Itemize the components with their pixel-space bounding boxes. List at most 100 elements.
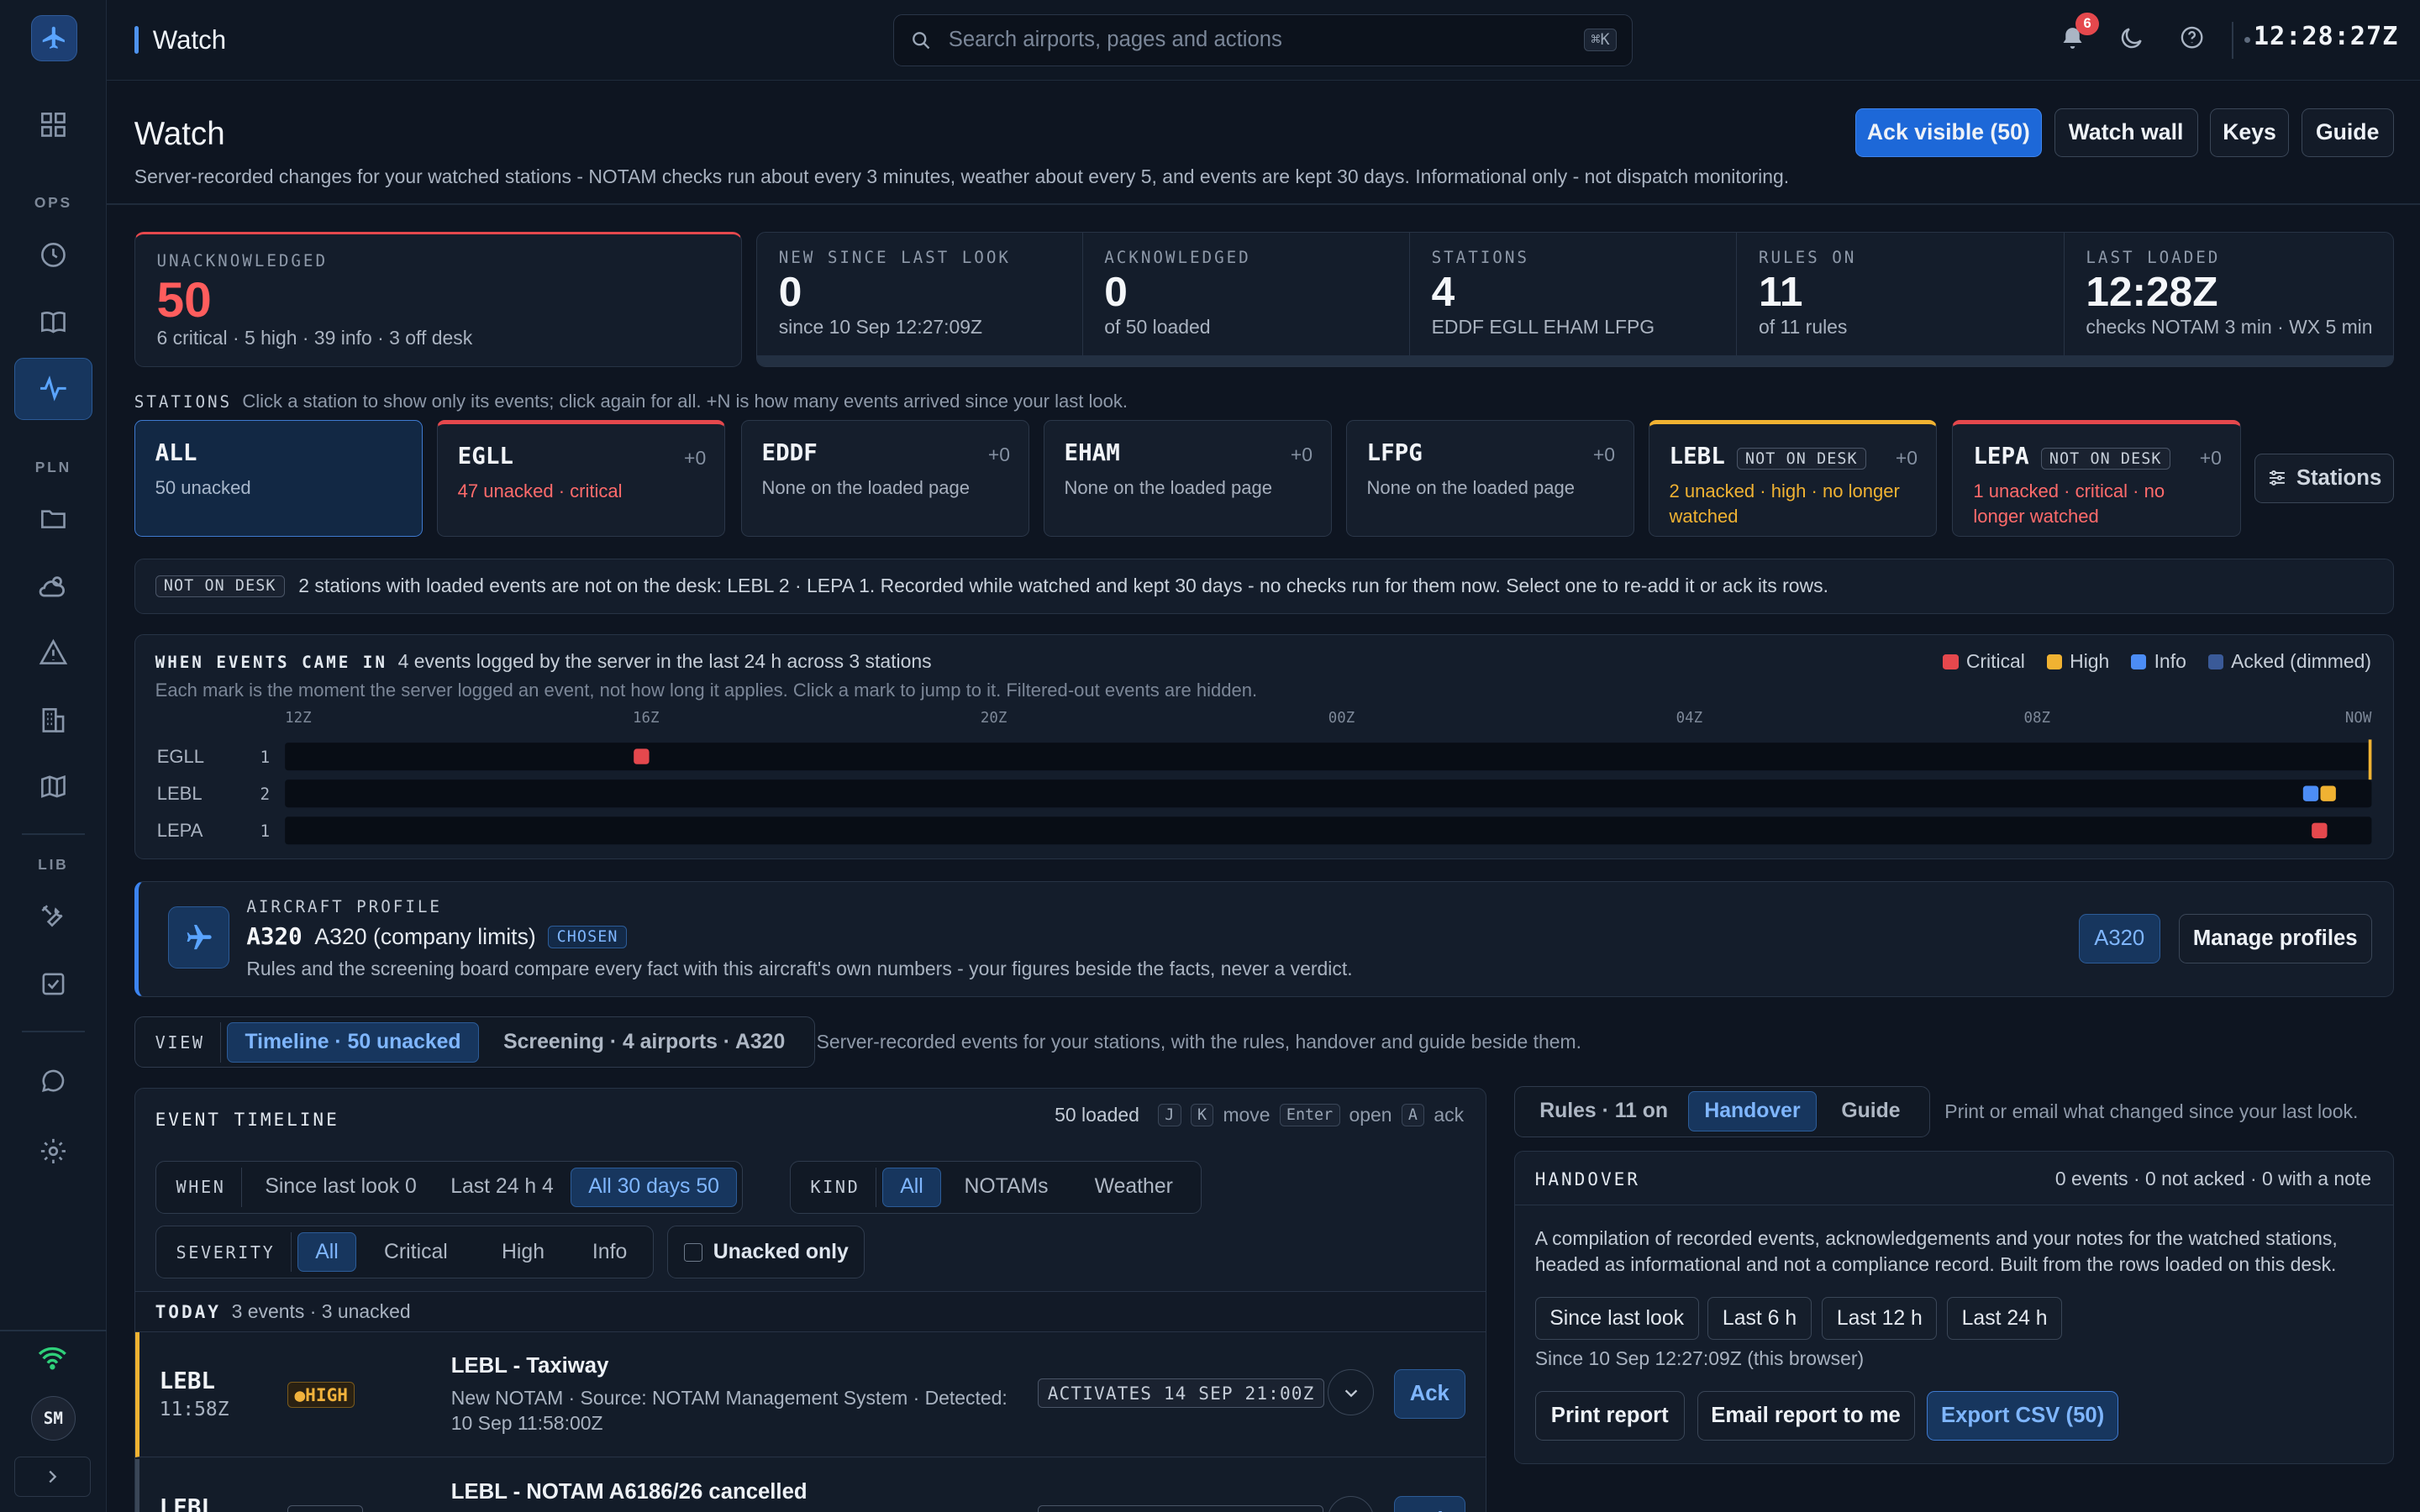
chart-hint: Each mark is the moment the server logge… <box>155 680 1258 701</box>
not-on-desk-tag: NOT ON DESK <box>1736 447 1866 470</box>
range-last-6h[interactable]: Last 6 h <box>1707 1296 1812 1341</box>
search-placeholder: Search airports, pages and actions <box>948 28 1282 52</box>
sliders-icon <box>2269 470 2285 486</box>
tab-timeline[interactable]: Timeline · 50 unacked <box>227 1021 479 1063</box>
event-timeline-panel: EVENT TIMELINE 50 loaded J Kmove Enter ope… <box>134 1087 1486 1512</box>
manage-profiles-button[interactable]: Manage profiles <box>2178 914 2372 964</box>
timeline-plot[interactable]: 12Z 16Z 20Z 00Z 04Z 08Z NOW EGLL 1 LEBL 2 LEPA 1 <box>135 706 2391 860</box>
email-report-button[interactable]: Email report to me <box>1697 1390 1915 1441</box>
range-last-12h[interactable]: Last 12 h <box>1822 1296 1938 1341</box>
event-mark[interactable] <box>2311 822 2328 839</box>
handover-title: HANDOVER <box>1534 1168 1640 1190</box>
app-logo-plane-icon[interactable] <box>30 15 77 62</box>
tools-icon[interactable] <box>14 885 93 947</box>
when-all-30-days[interactable]: All 30 days 50 <box>571 1167 738 1208</box>
rail-divider <box>21 1030 85 1032</box>
row-track <box>284 743 2372 771</box>
expand-chevron-down-icon[interactable] <box>1328 1495 1375 1512</box>
station-card-lepa[interactable]: LEPA NOT ON DESK +0 1 unacked · critical ·… <box>1952 419 2241 538</box>
activates-tag <box>1037 1504 1323 1512</box>
when-since-last-look[interactable]: Since last look 0 <box>248 1168 434 1208</box>
checklist-icon[interactable] <box>14 953 93 1015</box>
severity-high[interactable]: High <box>476 1232 571 1273</box>
building-icon[interactable] <box>14 690 93 751</box>
stat-label: UNACKNOWLEDGED <box>156 250 329 270</box>
station-card-all[interactable]: ALL 50 unacked <box>134 419 424 538</box>
watch-wall-button[interactable]: Watch wall <box>2054 108 2198 158</box>
rail-section-ops: OPS <box>34 194 72 212</box>
notifications-bell-icon[interactable]: 6 <box>2059 12 2099 58</box>
dark-mode-moon-icon[interactable] <box>2118 24 2145 58</box>
settings-gear-icon[interactable] <box>14 1120 93 1181</box>
now-marker[interactable] <box>2368 739 2372 780</box>
event-row[interactable]: LEBL 11:58Z ●HIGH LEBL - Taxiway New NOT… <box>134 1332 1486 1457</box>
profile-name-line: A320 A320 (company limits) CHOSEN <box>246 923 627 950</box>
stat-new-since-last-look: NEW SINCE LAST LOOK 0 since 10 Sep 12:27:0… <box>757 232 1083 356</box>
clock-icon[interactable] <box>14 223 93 285</box>
header-divider <box>106 203 2420 206</box>
row-count-label: 1 <box>260 822 270 841</box>
station-card-eddf[interactable]: EDDF +0 None on the loaded page <box>740 419 1030 538</box>
kind-notams[interactable]: NOTAMs <box>941 1168 1071 1208</box>
notice-tag: NOT ON DESK <box>155 575 285 598</box>
view-desc: Server-recorded events for your stations… <box>816 1030 1581 1053</box>
station-card-lfpg[interactable]: LFPG +0 None on the loaded page <box>1345 419 1635 538</box>
tab-screening[interactable]: Screening · 4 airports · A320 <box>479 1022 810 1063</box>
tab-rules[interactable]: Rules · 11 on <box>1519 1091 1688 1131</box>
event-mark[interactable] <box>2302 785 2318 802</box>
ack-button[interactable]: Ack <box>1394 1369 1465 1419</box>
severity-info[interactable]: Info <box>571 1232 649 1273</box>
range-last-24h[interactable]: Last 24 h <box>1947 1296 2063 1341</box>
severity-all[interactable]: All <box>297 1231 356 1273</box>
ack-visible-button[interactable]: Ack visible (50) <box>1854 108 2042 158</box>
ack-button[interactable]: Ack <box>1394 1495 1465 1512</box>
when-last-24h[interactable]: Last 24 h 4 <box>434 1168 571 1208</box>
filter-when: WHEN Since last look 0 Last 24 h 4 All 3… <box>155 1161 743 1214</box>
rail-divider <box>0 1330 107 1332</box>
station-card-egll[interactable]: EGLL +0 47 unacked · critical <box>436 419 726 538</box>
chat-icon[interactable] <box>14 1053 93 1114</box>
axis-tick-label: 16Z <box>633 711 660 727</box>
unacknowledged-stat-card[interactable]: UNACKNOWLEDGED 50 6 critical · 5 high · … <box>134 231 743 368</box>
expand-rail-chevron-icon[interactable] <box>13 1456 92 1497</box>
expand-chevron-down-icon[interactable] <box>1328 1369 1375 1416</box>
folder-icon[interactable] <box>14 487 93 549</box>
profile-desc: Rules and the screening board compare ev… <box>246 957 1353 979</box>
profile-a320-button[interactable]: A320 <box>2078 914 2160 964</box>
event-mark[interactable] <box>633 748 650 765</box>
print-report-button[interactable]: Print report <box>1534 1390 1685 1441</box>
book-icon[interactable] <box>14 291 93 353</box>
kind-weather[interactable]: Weather <box>1071 1168 1196 1208</box>
row-track <box>284 816 2372 845</box>
map-icon[interactable] <box>14 756 93 817</box>
user-avatar[interactable]: SM <box>30 1396 76 1441</box>
search-input[interactable]: Search airports, pages and actions ⌘K <box>893 13 1634 66</box>
manage-stations-button[interactable]: Stations <box>2254 453 2394 503</box>
event-station: LEBL <box>159 1494 215 1512</box>
station-card-lebl[interactable]: LEBL NOT ON DESK +0 2 unacked · high · no … <box>1648 419 1938 538</box>
help-icon[interactable] <box>2179 24 2205 56</box>
export-csv-button[interactable]: Export CSV (50) <box>1927 1390 2118 1441</box>
top-bar: Watch Search airports, pages and actions… <box>106 0 2420 81</box>
severity-critical[interactable]: Critical <box>356 1232 476 1273</box>
rail-section-lib: LIB <box>38 856 69 874</box>
axis-tick-label: 04Z <box>1676 711 1702 727</box>
kind-all[interactable]: All <box>882 1167 941 1208</box>
station-card-eham[interactable]: EHAM +0 None on the loaded page <box>1043 419 1333 538</box>
axis-tick-label: NOW <box>2345 711 2372 727</box>
unacked-only-checkbox[interactable]: Unacked only <box>667 1226 865 1278</box>
tab-handover[interactable]: Handover <box>1687 1091 1817 1132</box>
warning-icon[interactable] <box>14 622 93 683</box>
keys-button[interactable]: Keys <box>2210 108 2289 158</box>
guide-button[interactable]: Guide <box>2301 108 2394 158</box>
weather-icon[interactable] <box>14 555 93 617</box>
event-mark[interactable] <box>2320 785 2336 802</box>
watch-activity-icon[interactable] <box>13 358 93 420</box>
stat-acknowledged: ACKNOWLEDGED 0 of 50 loaded <box>1083 232 1410 356</box>
side-tabs: Rules · 11 on Handover Guide <box>1513 1086 1931 1137</box>
event-row[interactable]: LEBL LEBL - NOTAM A6186/26 cancelled Ack <box>134 1458 1486 1512</box>
axis-tick-label: 20Z <box>981 711 1007 727</box>
range-since-last-look[interactable]: Since last look <box>1534 1296 1699 1341</box>
dashboard-grid-icon[interactable] <box>14 94 93 155</box>
tab-guide[interactable]: Guide <box>1817 1091 1925 1131</box>
